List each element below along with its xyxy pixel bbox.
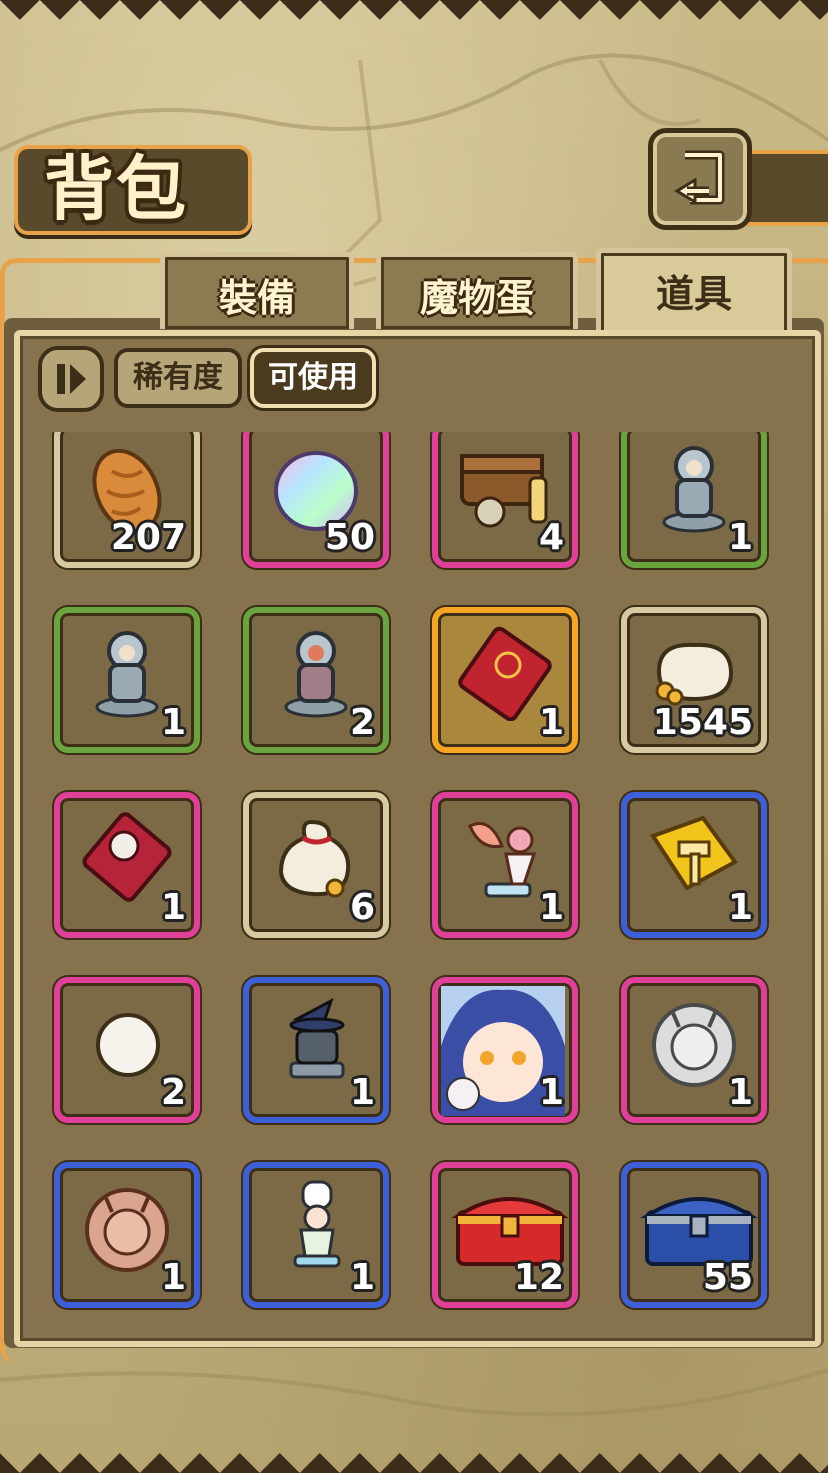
item-count: 50 bbox=[324, 517, 375, 558]
item-slot[interactable]: 4 bbox=[432, 432, 578, 568]
item-count: 1 bbox=[160, 702, 186, 743]
item-slot[interactable]: 207 bbox=[54, 432, 200, 568]
sort-toggle-button[interactable] bbox=[38, 346, 104, 412]
sort-icon bbox=[57, 364, 86, 394]
item-count: 6 bbox=[349, 887, 375, 928]
item-slot[interactable]: 55 bbox=[621, 1162, 767, 1308]
item-slot[interactable]: 1 bbox=[621, 432, 767, 568]
return-arrow-icon bbox=[674, 150, 725, 205]
item-slot[interactable]: 2 bbox=[243, 607, 389, 753]
page-title: 背包 bbox=[44, 147, 188, 230]
item-slot[interactable]: 1 bbox=[621, 977, 767, 1123]
item-count: 1 bbox=[727, 517, 753, 558]
item-count: 1 bbox=[538, 887, 564, 928]
item-slot[interactable]: 1 bbox=[54, 792, 200, 938]
item-count: 2 bbox=[349, 702, 375, 743]
item-count: 1 bbox=[160, 887, 186, 928]
item-slot[interactable]: 2 bbox=[54, 977, 200, 1123]
item-count: 1 bbox=[538, 1072, 564, 1113]
item-slot[interactable]: 50 bbox=[243, 432, 389, 568]
item-count: 12 bbox=[513, 1257, 564, 1298]
item-slot[interactable]: 1 bbox=[621, 792, 767, 938]
top-border bbox=[0, 0, 828, 40]
item-count: 207 bbox=[110, 517, 186, 558]
item-slot[interactable]: 12 bbox=[432, 1162, 578, 1308]
item-count: 2 bbox=[160, 1072, 186, 1113]
item-count: 1 bbox=[349, 1257, 375, 1298]
usable-filter-button[interactable]: 可使用 bbox=[250, 348, 376, 408]
item-count: 1 bbox=[727, 887, 753, 928]
item-slot[interactable]: 1 bbox=[432, 607, 578, 753]
tab-items[interactable]: 道具 bbox=[596, 248, 792, 337]
item-count: 1 bbox=[538, 702, 564, 743]
item-count: 1 bbox=[160, 1257, 186, 1298]
item-slot[interactable]: 1 bbox=[432, 977, 578, 1123]
item-slot[interactable]: 1 bbox=[243, 1162, 389, 1308]
item-slot[interactable]: 1 bbox=[54, 607, 200, 753]
bottom-border bbox=[0, 1433, 828, 1473]
item-slot[interactable]: 1545 bbox=[621, 607, 767, 753]
item-slot[interactable]: 1 bbox=[54, 1162, 200, 1308]
item-count: 1545 bbox=[652, 702, 753, 743]
back-button[interactable] bbox=[648, 128, 752, 230]
item-count: 1 bbox=[727, 1072, 753, 1113]
item-count: 55 bbox=[702, 1257, 753, 1298]
tab-monster-egg[interactable]: 魔物蛋 bbox=[376, 252, 578, 329]
item-count: 4 bbox=[538, 517, 564, 558]
item-grid: 207 50 4 1 1 2 1 1545 1 6 1 1 2 1 1 1 1 1 12 55 bbox=[50, 432, 780, 1312]
item-slot[interactable]: 1 bbox=[243, 977, 389, 1123]
item-slot[interactable]: 6 bbox=[243, 792, 389, 938]
item-slot[interactable]: 1 bbox=[432, 792, 578, 938]
item-count: 1 bbox=[349, 1072, 375, 1113]
rarity-filter-button[interactable]: 稀有度 bbox=[114, 348, 242, 408]
tab-equipment[interactable]: 裝備 bbox=[160, 252, 354, 329]
